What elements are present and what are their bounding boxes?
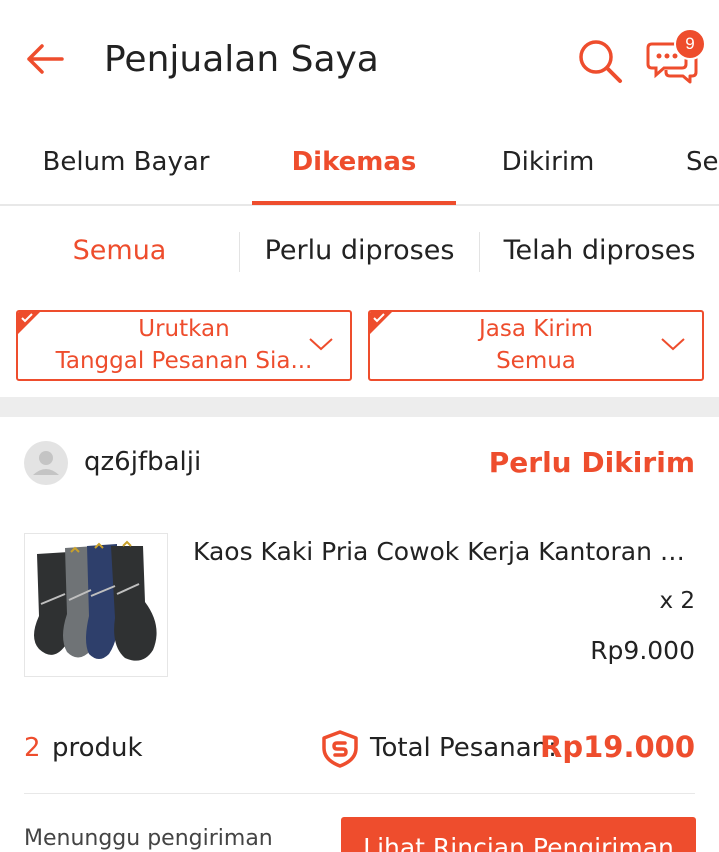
sort-filter-title: Urutkan (138, 316, 230, 342)
product-count-label: produk (52, 733, 143, 763)
order-total-label: Total Pesanan: (370, 733, 557, 763)
product-count: 2 (24, 733, 41, 763)
product-name[interactable]: Kaos Kaki Pria Cowok Kerja Kantoran S... (193, 537, 697, 566)
subtab-perlu-diproses[interactable]: Perlu diproses (240, 208, 479, 294)
sort-filter[interactable]: Urutkan Tanggal Pesanan Sia... (16, 310, 352, 381)
chevron-down-icon (309, 338, 333, 351)
back-button[interactable] (18, 36, 70, 82)
order-total-value: Rp19.000 (540, 730, 695, 764)
courier-filter-value: Semua (496, 348, 576, 374)
chat-badge: 9 (674, 28, 706, 60)
shield-icon (322, 730, 358, 768)
search-button[interactable] (572, 36, 628, 86)
user-icon (33, 451, 59, 475)
shipping-wait-text: Menunggu pengiriman (24, 826, 273, 851)
tab-dikirim[interactable]: Dikirim (480, 118, 616, 204)
product-quantity: x 2 (659, 588, 695, 614)
order-tabs: Belum Bayar Dikemas Dikirim Se (0, 118, 719, 206)
subtab-semua[interactable]: Semua (0, 208, 239, 294)
search-icon (579, 40, 622, 83)
tab-belum-bayar[interactable]: Belum Bayar (24, 118, 228, 204)
order-status: Perlu Dikirim (488, 446, 695, 479)
section-gap (0, 397, 719, 417)
back-arrow-icon (27, 44, 64, 74)
courier-filter-title: Jasa Kirim (479, 316, 593, 342)
courier-filter[interactable]: Jasa Kirim Semua (368, 310, 704, 381)
tab-selesai-partial[interactable]: Se (686, 118, 719, 204)
view-shipping-details-button[interactable]: Lihat Rincian Pengiriman (341, 817, 696, 852)
product-price: Rp9.000 (590, 636, 695, 665)
divider (24, 793, 695, 794)
sort-filter-value: Tanggal Pesanan Sia... (55, 348, 313, 374)
chevron-down-icon (661, 338, 685, 351)
buyer-name[interactable]: qz6jfbalji (84, 447, 201, 477)
app-bar: Penjualan Saya 9 (0, 0, 719, 118)
product-image[interactable] (24, 533, 168, 677)
subtab-telah-diproses[interactable]: Telah diproses (480, 208, 719, 294)
status-subtabs: Semua Perlu diproses Telah diproses (0, 208, 719, 294)
active-tab-indicator (252, 201, 456, 205)
page-title: Penjualan Saya (104, 39, 379, 80)
tab-dikemas[interactable]: Dikemas (252, 118, 456, 204)
socks-image (34, 540, 157, 661)
avatar[interactable] (24, 441, 68, 485)
